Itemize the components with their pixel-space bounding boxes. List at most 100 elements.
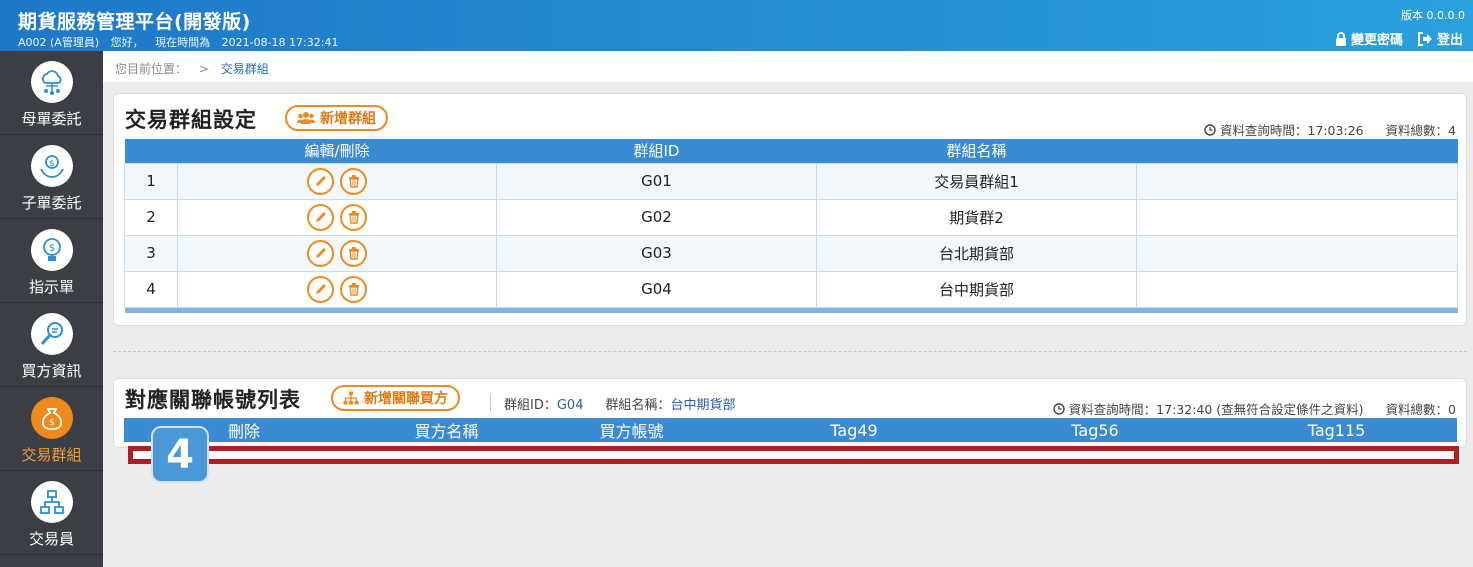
sidebar-item-instruction[interactable]: $ 指示單 <box>0 219 103 303</box>
current-time: 2021-08-18 17:32:41 <box>221 36 339 49</box>
row-actions <box>177 270 497 308</box>
table-row[interactable]: 2 G02 期貨群2 <box>124 198 1458 236</box>
clock-icon <box>1204 123 1216 136</box>
trash-icon <box>348 175 359 188</box>
delete-button[interactable] <box>340 203 367 231</box>
col-header-edit-delete: 編輯/刪除 <box>177 139 497 163</box>
group-id-label: 群組ID： <box>504 397 557 413</box>
col-header-tag115: Tag115 <box>1216 418 1457 442</box>
table-header-row: 刪除 買方名稱 買方帳號 Tag49 Tag56 Tag115 <box>124 418 1457 442</box>
col-header-tag49: Tag49 <box>734 418 974 442</box>
row-empty <box>1136 234 1458 272</box>
row-group-id: G04 <box>496 270 817 308</box>
delete-button[interactable] <box>340 239 367 267</box>
col-header-no <box>124 139 178 163</box>
add-group-button[interactable]: 新增群組 <box>285 105 388 131</box>
row-number: 3 <box>124 234 178 272</box>
sitemap-icon <box>343 391 359 405</box>
logout-button[interactable]: 登出 <box>1417 29 1463 48</box>
app-title: 期貨服務管理平台(開發版) <box>18 11 251 33</box>
sidebar-item-label: 母單委託 <box>21 110 82 128</box>
col-header-group-name: 群組名稱 <box>816 139 1137 163</box>
delete-button[interactable] <box>340 275 367 303</box>
svg-text:$: $ <box>48 243 54 254</box>
row-actions <box>177 198 497 236</box>
group-name-value: 台中期貨部 <box>670 397 736 413</box>
breadcrumb: 您目前位置： > 交易群組 <box>103 51 1473 82</box>
group-name-label: 群組名稱： <box>605 397 671 413</box>
user-info: A002 (A管理員) 您好， 現在時間為 2021-08-18 17:32:4… <box>18 34 346 50</box>
breadcrumb-separator: > <box>198 62 209 76</box>
table-header-row: 編輯/刪除 群組ID 群組名稱 <box>124 139 1458 163</box>
table-scrollbar[interactable] <box>124 307 1458 313</box>
breadcrumb-prefix: 您目前位置： <box>115 62 188 76</box>
edit-button[interactable] <box>307 203 334 231</box>
pencil-icon <box>315 176 326 186</box>
table-row[interactable]: 1 G01 交易員群組1 <box>124 162 1458 200</box>
pencil-icon <box>315 284 326 294</box>
sidebar-item-label: 子單委託 <box>21 194 82 212</box>
row-group-name: 交易員群組1 <box>816 162 1137 200</box>
sidebar-item-trader[interactable]: 交易員 <box>0 471 103 555</box>
version-label: 版本 0.0.0.0 <box>1401 9 1465 22</box>
pencil-icon <box>315 212 326 222</box>
col-header-tag56: Tag56 <box>974 418 1216 442</box>
edit-button[interactable] <box>307 239 334 267</box>
row-empty <box>1136 198 1458 236</box>
query-meta: 資料查詢時間：17:32:40 (查無符合設定條件之資料) 資料總數：0 <box>1052 399 1456 418</box>
breadcrumb-current[interactable]: 交易群組 <box>221 62 269 76</box>
table-row[interactable]: 3 G03 台北期貨部 <box>124 234 1458 272</box>
selected-group-info: 群組ID：G04 群組名稱：台中期貨部 <box>490 394 736 413</box>
hand-dollar-icon: $ <box>30 145 73 187</box>
edit-button[interactable] <box>307 167 334 195</box>
sidebar-item-label: 指示單 <box>28 278 74 296</box>
lock-icon <box>1335 31 1346 46</box>
greeting: 您好， <box>110 36 144 49</box>
row-number: 4 <box>124 270 178 308</box>
total-count: 資料總數：0 <box>1385 402 1456 417</box>
users-icon <box>297 112 315 124</box>
edit-button[interactable] <box>307 275 334 303</box>
cloud-network-icon <box>30 61 73 103</box>
col-header-group-id: 群組ID <box>496 139 817 163</box>
panel-title: 對應關聯帳號列表 <box>125 388 301 412</box>
svg-text:$: $ <box>49 159 55 169</box>
bulb-dollar-icon: $ <box>30 229 73 271</box>
sidebar-item-label: 交易員 <box>28 530 74 548</box>
sidebar-item-label: 交易群組 <box>21 446 82 464</box>
query-meta: 資料查詢時間：17:03:26 資料總數：4 <box>1204 120 1456 139</box>
row-number: 1 <box>124 162 178 200</box>
trash-icon <box>348 283 359 296</box>
sidebar-item-parent-order[interactable]: 母單委託 <box>0 51 103 135</box>
row-empty <box>1136 162 1458 200</box>
money-bag-icon: $ <box>30 397 73 439</box>
group-table: 編輯/刪除 群組ID 群組名稱 1 G01 交易員群組1 2 G02 期貨群2 … <box>124 139 1458 313</box>
table-row[interactable]: 4 G04 台中期貨部 <box>124 270 1458 308</box>
panel-title: 交易群組設定 <box>125 108 257 132</box>
add-group-label: 新增群組 <box>320 111 376 127</box>
row-group-name: 台北期貨部 <box>816 234 1137 272</box>
trash-icon <box>348 247 359 260</box>
delete-button[interactable] <box>340 167 367 195</box>
row-number: 2 <box>124 198 178 236</box>
sidebar-item-trade-group[interactable]: $ 交易群組 <box>0 387 103 471</box>
org-chart-icon <box>30 481 73 523</box>
section-divider <box>113 351 1467 352</box>
svg-text:$: $ <box>49 418 55 428</box>
sidebar-item-buyer-info[interactable]: 買方資訊 <box>0 303 103 387</box>
add-linked-buyer-button[interactable]: 新增關聯買方 <box>331 385 460 411</box>
clock-icon <box>1052 402 1065 415</box>
change-password-label: 變更密碼 <box>1350 33 1403 48</box>
highlight-box <box>128 446 1459 464</box>
row-actions <box>177 234 497 272</box>
sidebar-item-child-order[interactable]: $ 子單委託 <box>0 135 103 219</box>
row-group-id: G01 <box>496 162 817 200</box>
linked-accounts-table: 刪除 買方名稱 買方帳號 Tag49 Tag56 Tag115 <box>124 418 1457 442</box>
trash-icon <box>348 211 359 224</box>
group-id-value: G04 <box>556 397 584 413</box>
change-password-button[interactable]: 變更密碼 <box>1335 29 1403 48</box>
query-time: 資料查詢時間：17:32:40 (查無符合設定條件之資料) <box>1068 402 1364 417</box>
col-header-buyer-account: 買方帳號 <box>529 418 734 442</box>
step-badge: 4 <box>151 426 209 483</box>
row-group-id: G03 <box>496 234 817 272</box>
